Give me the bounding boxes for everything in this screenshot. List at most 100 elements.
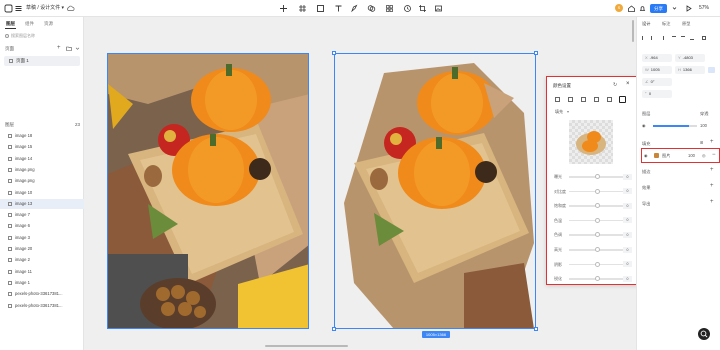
align-bottom-icon[interactable] [690,36,694,40]
crop-icon[interactable] [418,4,427,13]
adjust-slider[interactable] [569,203,625,209]
layer-item[interactable]: image 14 [0,154,84,164]
layer-item[interactable]: pexels-photo-33617381... [0,301,84,311]
folder-icon[interactable] [66,46,72,52]
fill-mode-select[interactable]: 填充 [555,109,563,115]
fill-image-thumbnail[interactable] [654,153,659,158]
resize-handle-tr[interactable] [534,51,538,55]
breadcrumb[interactable]: 草稿 / 设计文件 ▾ [26,4,64,12]
layer-item[interactable]: image.png [0,165,84,175]
adjust-value[interactable]: 0 [623,231,632,238]
layer-item[interactable]: image 3 [0,233,84,243]
layer-item[interactable]: image 15 [0,142,84,152]
mode-icon-3[interactable] [581,97,586,102]
resize-handle-bl[interactable] [332,327,336,331]
home-icon[interactable] [627,4,636,13]
add-stroke-icon[interactable]: + [710,167,714,173]
align-right-icon[interactable] [660,36,664,40]
add-effect-icon[interactable]: + [710,183,714,189]
adjust-slider[interactable] [569,261,625,267]
adjust-value[interactable]: 0 [623,261,632,268]
slider-knob[interactable] [595,188,600,194]
x-field[interactable]: X -964 [642,54,672,62]
mode-icon-2[interactable] [568,97,573,102]
share-button[interactable]: 分享 [650,4,667,13]
align-top-icon[interactable] [672,36,676,40]
adjust-value[interactable]: 0 [623,275,632,282]
slider-knob[interactable] [595,203,600,209]
fill-visibility-icon[interactable]: ◉ [644,153,648,158]
mode-icon-1[interactable] [555,97,560,102]
vertical-scrollbar[interactable] [632,20,634,42]
layer-item[interactable]: image 7 [0,210,84,220]
add-export-icon[interactable]: + [710,199,714,205]
fill-row[interactable]: ◉ 图片 100 ◎ − [641,148,720,163]
slider-knob[interactable] [595,217,600,223]
plugin-icon[interactable] [385,4,394,13]
tab-design[interactable]: 设计 [642,21,650,27]
fill-style-icon[interactable]: ⊞ [700,140,704,145]
fill-mode-chevron-icon[interactable]: ▾ [567,109,569,114]
adjust-slider[interactable] [569,276,625,282]
fill-type-label[interactable]: 图片 [662,153,670,159]
radius-field[interactable]: ⌜ 0 [642,90,672,98]
adjust-slider[interactable] [569,188,625,194]
layer-item[interactable]: image.png [0,176,84,186]
resize-handle-tl[interactable] [332,51,336,55]
adjust-slider[interactable] [569,174,625,179]
lock-ratio-icon[interactable] [708,67,715,73]
fill-opacity[interactable]: 100 [688,153,695,158]
fill-settings-icon[interactable]: ◎ [702,153,706,158]
layer-item[interactable]: pexels-photo-33617381... [0,289,84,299]
adjust-value[interactable]: 0 [623,217,632,224]
adjust-value[interactable]: 0 [623,188,632,195]
layer-item[interactable]: image 18 [0,131,84,141]
slider-knob[interactable] [595,261,600,267]
replace-image-icon[interactable] [434,4,443,13]
rotation-field[interactable]: ∠ 0° [642,78,672,86]
layer-item[interactable]: image 10 [0,188,84,198]
distribute-icon[interactable] [702,36,706,40]
layer-opacity[interactable]: 100 [700,123,707,128]
pen-tool-icon[interactable] [350,4,359,13]
back-icon[interactable] [4,4,13,13]
zoom-search-button[interactable] [698,328,710,340]
width-field[interactable]: W 1005 [642,66,672,74]
mode-icon-4[interactable] [594,97,599,102]
boolean-tool-icon[interactable] [367,4,376,13]
layer-item[interactable]: image 6 [0,221,84,231]
play-icon[interactable] [684,4,693,13]
layer-item[interactable]: image 1 [0,278,84,288]
opacity-slider[interactable] [653,125,689,127]
slider-knob[interactable] [595,174,600,179]
blend-mode-select[interactable]: 穿透 [700,111,708,117]
share-dropdown-icon[interactable] [670,4,679,13]
remove-fill-icon[interactable]: − [712,152,716,158]
bell-icon[interactable] [638,4,647,13]
align-center-icon[interactable] [651,36,655,40]
reset-icon[interactable]: ↻ [613,82,617,88]
adjust-value[interactable]: 0 [623,173,632,180]
tab-layers[interactable]: 图层 [6,21,15,27]
tab-assets[interactable]: 资源 [44,21,53,27]
add-fill-icon[interactable]: + [710,139,714,145]
image-preview[interactable] [569,120,613,164]
y-field[interactable]: Y -4803 [675,54,705,62]
move-tool-icon[interactable] [279,4,288,13]
layer-item[interactable]: image 11 [0,267,84,277]
layer-item[interactable]: image 2 [0,255,84,265]
adjust-slider[interactable] [569,217,625,223]
zoom-level[interactable]: 57% [699,4,709,12]
collapse-icon[interactable] [75,46,80,52]
align-middle-icon[interactable] [681,36,685,40]
layer-item[interactable]: image 20 [0,244,84,254]
text-tool-icon[interactable] [334,4,343,13]
frame-tool-icon[interactable] [298,4,307,13]
history-icon[interactable] [403,4,412,13]
adjust-slider[interactable] [569,247,625,252]
mode-icon-5[interactable] [607,97,612,102]
close-icon[interactable]: × [626,81,630,87]
align-left-icon[interactable] [642,36,646,40]
adjust-value[interactable]: 0 [623,202,632,209]
add-page-icon[interactable]: + [57,45,61,51]
